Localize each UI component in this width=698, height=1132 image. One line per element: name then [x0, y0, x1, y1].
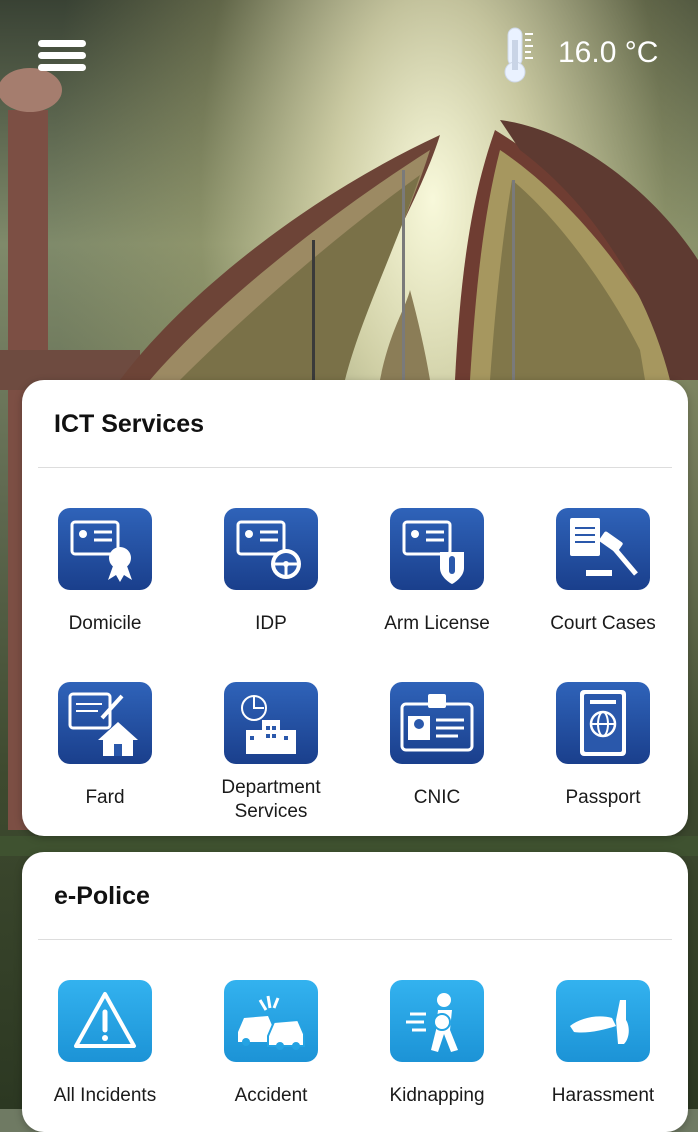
- kidnapping-icon: [390, 980, 484, 1062]
- service-label: CNIC: [413, 787, 461, 808]
- police-label: Harassment: [551, 1085, 655, 1106]
- gavel-document-icon: [556, 508, 650, 590]
- id-card-icon: [390, 682, 484, 764]
- police-harassment[interactable]: Harassment: [520, 980, 686, 1110]
- id-card-bullet-icon: [390, 508, 484, 590]
- police-label: Kidnapping: [389, 1085, 485, 1106]
- service-passport[interactable]: Passport: [520, 682, 686, 822]
- service-label-line2: Services: [234, 801, 308, 822]
- id-card-steering-wheel-icon: [224, 508, 318, 590]
- police-all-incidents[interactable]: All Incidents: [22, 980, 188, 1110]
- harassment-hand-icon: [556, 980, 650, 1062]
- service-domicile[interactable]: Domicile: [22, 508, 188, 638]
- hamburger-menu-icon[interactable]: [38, 40, 86, 72]
- service-label: Arm License: [384, 613, 490, 634]
- thermometer-icon: [500, 26, 540, 84]
- service-label: Court Cases: [550, 613, 656, 634]
- service-label: Fard: [85, 787, 125, 808]
- e-police-card: e-Police All Incidents Accident Kidnappi…: [22, 852, 688, 1132]
- id-card-badge-icon: [58, 508, 152, 590]
- passport-icon: [556, 682, 650, 764]
- temperature-value: 16.0 °C: [558, 36, 659, 69]
- ict-services-card: ICT Services Domicile IDP Arm License Co…: [22, 380, 688, 836]
- service-court-cases[interactable]: Court Cases: [520, 508, 686, 638]
- service-label: Passport: [565, 787, 641, 808]
- top-bar: 16.0 °C: [0, 0, 698, 90]
- police-accident[interactable]: Accident: [188, 980, 354, 1110]
- service-idp[interactable]: IDP: [188, 508, 354, 638]
- service-arm-license[interactable]: Arm License: [354, 508, 520, 638]
- service-label: Domicile: [68, 613, 142, 634]
- warning-triangle-icon: [58, 980, 152, 1062]
- building-icon: [224, 682, 318, 764]
- police-label: All Incidents: [53, 1085, 157, 1106]
- service-department-services[interactable]: Department Services: [188, 682, 354, 822]
- ict-services-title: ICT Services: [54, 410, 205, 438]
- divider: [38, 939, 672, 940]
- e-police-title: e-Police: [54, 882, 150, 910]
- service-fard[interactable]: Fard: [22, 682, 188, 822]
- service-cnic[interactable]: CNIC: [354, 682, 520, 822]
- police-label: Accident: [234, 1085, 308, 1106]
- car-crash-icon: [224, 980, 318, 1062]
- document-house-icon: [58, 682, 152, 764]
- divider: [38, 467, 672, 468]
- service-label-line1: Department: [221, 777, 321, 798]
- police-kidnapping[interactable]: Kidnapping: [354, 980, 520, 1110]
- service-label: IDP: [255, 613, 287, 634]
